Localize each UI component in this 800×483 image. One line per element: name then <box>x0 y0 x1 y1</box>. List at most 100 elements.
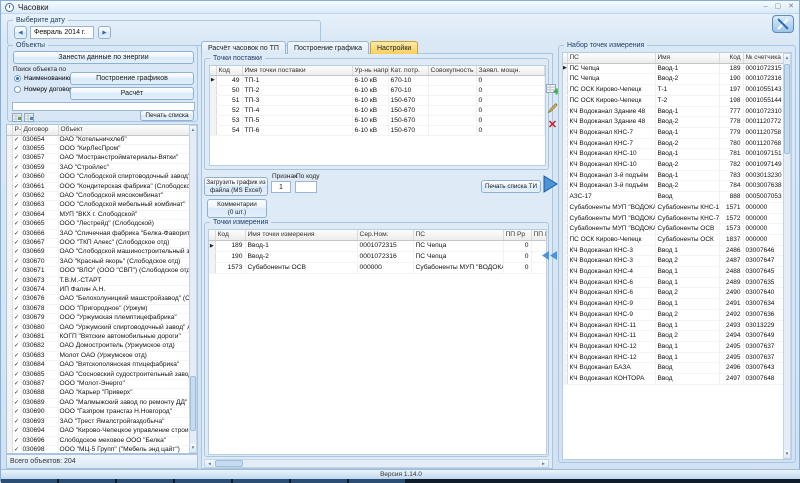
minimize-icon[interactable]: – <box>764 1 768 13</box>
set-row[interactable]: КЧ Водоканал КНС-3Ввод 2248703007647 <box>563 256 785 267</box>
measure-row[interactable]: ▶189Ввод-10001072315ПС Чепца00 <box>209 241 547 252</box>
set-row[interactable]: КЧ Водоканал КНС-7Ввод-17790001120758 <box>563 127 785 138</box>
col-supply-name[interactable]: Имя точки поставки <box>242 66 352 76</box>
col-serial[interactable]: Сер.Ном. <box>357 230 413 241</box>
object-row[interactable]: ✓030671ООО "ВЛО" (ООО "СВП") (Слободское… <box>7 267 191 276</box>
object-row[interactable]: ✓030676ОАО "Белохолуницкий машстройзавод… <box>7 295 191 304</box>
object-row[interactable]: ✓030693ЗАО "Трест Ямалстройгаздобыча" <box>7 417 191 426</box>
object-row[interactable]: ✓030696Слободское меховое ООО "Белка" <box>7 436 191 445</box>
col-measure-name[interactable]: Имя точки измерения <box>245 230 357 241</box>
print-ti-button[interactable]: Печать списка ТИ <box>481 180 541 193</box>
object-row[interactable]: ✓030666ЗАО "Спичечная фабрика "Белка-Фав… <box>7 229 191 238</box>
radio-by-contract[interactable]: Номеру договора <box>14 86 76 93</box>
object-row[interactable]: ✓030694ОАО "Кирово-Чепецкое управление с… <box>7 427 191 436</box>
object-row[interactable]: ✓030683Молот ОАО (Уржумское отд) <box>7 351 191 360</box>
grid-small-icon-1[interactable] <box>12 113 22 122</box>
set-row[interactable]: КЧ Водоканал КОНТОРАВвод249703007648 <box>563 374 785 385</box>
set-row[interactable]: КЧ Водоканал КНС-7Ввод-27800001120768 <box>563 138 785 149</box>
object-row[interactable]: ✓030680ОАО "Уржумский спиртоводочный зав… <box>7 323 191 332</box>
object-row[interactable]: ✓030679ООО "Уржумская племптицефабрика" <box>7 314 191 323</box>
scroll-left-icon[interactable]: ◄ <box>205 460 214 467</box>
set-row[interactable]: ПС ОСК Кирово-ЧепецкСубабоненты ОСК18370… <box>563 234 785 245</box>
measure-hscrollbar[interactable]: ◄ ► <box>204 459 549 468</box>
col-ps[interactable]: ПС <box>567 53 655 63</box>
object-row[interactable]: ✓030687ООО "Молот-Энерго" <box>7 380 191 389</box>
set-row[interactable]: ▶ПС ЧепцаВвод-11890001072315 <box>563 63 785 74</box>
object-row[interactable]: ✓030674ИП Фалин А.Н. <box>7 286 191 295</box>
col-code[interactable]: Код <box>216 66 242 76</box>
set-row[interactable]: ПС ЧепцаВвод-21900001072316 <box>563 74 785 85</box>
object-row[interactable]: ✓030684ОАО "Вятскополянская птицефабрика… <box>7 361 191 370</box>
col-aggregate[interactable]: Совокупность <box>428 66 476 76</box>
object-row[interactable]: ✓030698ООО "МЦ-5 Групп" ("Мебель энд цай… <box>7 445 191 454</box>
tab-settings[interactable]: Настройки <box>370 41 418 54</box>
supply-row[interactable]: 53ТП-56-10 кВ150-6700 <box>210 116 545 126</box>
object-row[interactable]: ✓030655ООО "КирЛесПром" <box>7 144 191 153</box>
set-row[interactable]: КЧ Водоканал Здание 48Ввод-1777000107231… <box>563 106 785 117</box>
supply-row[interactable]: 51ТП-36-10 кВ150-6700 <box>210 96 545 106</box>
objects-scroll-thumb[interactable] <box>190 376 196 431</box>
object-row[interactable]: ✓030660ООО "Слободской спиртоводочный за… <box>7 173 191 182</box>
supply-row[interactable]: ▶49ТП-16-10 кВ670-100 <box>210 76 545 86</box>
set-row[interactable]: КЧ Водоканал КНС-6Ввод 2249003007640 <box>563 288 785 299</box>
grid-small-icon-2[interactable] <box>24 113 34 122</box>
col-code[interactable]: Код <box>215 230 245 241</box>
object-row[interactable]: ✓030688ОАО "Карьер "Приверх" <box>7 389 191 398</box>
object-row[interactable]: ✓030663ООО "Слободской мебельный комбина… <box>7 201 191 210</box>
set-row[interactable]: КЧ Водоканал КНС-4Ввод 1248803007645 <box>563 267 785 278</box>
date-field[interactable]: Февраль 2014 г. <box>30 26 94 39</box>
set-row[interactable]: КЧ Водоканал КНС-11Ввод 2249403007649 <box>563 331 785 342</box>
measure-hscroll-thumb[interactable] <box>215 460 243 467</box>
set-row[interactable]: КЧ Водоканал КНС-12Ввод 1249503007637 <box>563 341 785 352</box>
set-row[interactable]: КЧ Водоканал КНС-11Ввод 1249303013229 <box>563 320 785 331</box>
measure-header-row[interactable]: Код Имя точки измерения Сер.Ном. ПС ПП Р… <box>209 230 547 241</box>
col-ps[interactable]: ПС <box>413 230 503 241</box>
supply-row[interactable]: 52ТП-46-10 кВ150-6700 <box>210 106 545 116</box>
col-counter[interactable]: № счетчика <box>743 53 785 63</box>
set-row[interactable]: Субабоненты МУП "ВОДОКАНАЛ" гСубабоненты… <box>563 213 785 224</box>
run-button[interactable] <box>542 174 559 194</box>
set-row[interactable]: КЧ Водоканал КНС-10Ввод-17810001097151 <box>563 149 785 160</box>
scroll-up-icon[interactable]: ▲ <box>784 54 790 62</box>
print-list-button[interactable]: Печать списка <box>140 110 194 121</box>
object-row[interactable]: ✓030661ООО "Кондитерская фабрика" (Слобо… <box>7 182 191 191</box>
set-row[interactable]: Субабоненты МУП "ВОДОКАНАЛ" гСубабоненты… <box>563 224 785 235</box>
object-row[interactable]: ✓030662ОАО "Слободской мясокомбинат" <box>7 191 191 200</box>
set-scrollbar[interactable]: ▲ ▼ <box>783 53 791 459</box>
enter-energy-button[interactable]: Занести данные по энергии <box>13 51 194 64</box>
set-row[interactable]: КЧ Водоканал КНС-6Ввод 1248903007635 <box>563 277 785 288</box>
object-row[interactable]: ✓030657ОАО "Мостранстройматериалы-Вятки" <box>7 154 191 163</box>
object-row[interactable]: ✓030659ЗАО "Стройлес" <box>7 163 191 172</box>
set-row[interactable]: КЧ Водоканал БАЗАВвод249603007643 <box>563 363 785 374</box>
measure-row[interactable]: 190Ввод-20001072316ПС Чепца00 <box>209 252 547 263</box>
set-row[interactable]: КЧ Водоканал КНС-9Ввод 1249103007634 <box>563 299 785 310</box>
col-checked[interactable]: Р-т <box>12 125 21 135</box>
col-voltage[interactable]: Ур-нь напр. <box>352 66 388 76</box>
set-row[interactable]: Субабоненты МУП "ВОДОКАНАЛ" гСубабоненты… <box>563 202 785 213</box>
set-header-row[interactable]: ПС Имя Код № счетчика <box>563 53 785 63</box>
scroll-down-icon[interactable]: ▼ <box>190 444 196 452</box>
col-object[interactable]: Объект <box>58 125 191 135</box>
set-row[interactable]: КЧ Водоканал КНС-10Ввод-27820001097149 <box>563 160 785 171</box>
set-row[interactable]: АЗС-17Ввод8880005007053 <box>563 192 785 203</box>
next-month-button[interactable]: ▶ <box>98 26 111 39</box>
set-row[interactable]: КЧ Водоканал Здание 48Ввод-2778000112077… <box>563 117 785 128</box>
prev-month-button[interactable]: ◀ <box>14 26 27 39</box>
object-row[interactable]: ✓030670ЗАО "Красный якорь" (Слободское о… <box>7 257 191 266</box>
tools-button[interactable] <box>772 15 794 33</box>
object-row[interactable]: ✓030664МУП "ВКХ г. Слободской" <box>7 210 191 219</box>
object-row[interactable]: ✓030689ОАО "Малмыжский завод по ремонту … <box>7 398 191 407</box>
object-row[interactable]: ✓030669ОАО "Слободской машиностроительны… <box>7 248 191 257</box>
po-kodu-input[interactable] <box>295 181 317 193</box>
supply-header-row[interactable]: Код Имя точки поставки Ур-нь напр. Кат. … <box>210 66 545 76</box>
col-pp-ro[interactable]: ПП Ро <box>531 230 547 241</box>
measure-row[interactable]: 1573Субабоненты ОСВ000000Субабоненты МУП… <box>209 263 547 274</box>
col-contract[interactable]: Договор <box>21 125 58 135</box>
object-row[interactable]: ✓030681КОГП "Вятские автомобильные дорог… <box>7 333 191 342</box>
set-row[interactable]: ПС ОСК Кирово-ЧепецкТ-11970001055143 <box>563 85 785 96</box>
collapse-left-button[interactable] <box>542 251 558 260</box>
set-row[interactable]: ПС ОСК Кирово-ЧепецкТ-21980001055144 <box>563 95 785 106</box>
scroll-up-icon[interactable]: ▲ <box>190 126 196 134</box>
col-code[interactable]: Код <box>719 53 743 63</box>
object-row[interactable]: ✓030673Т.В.М.-СТАРТ <box>7 276 191 285</box>
